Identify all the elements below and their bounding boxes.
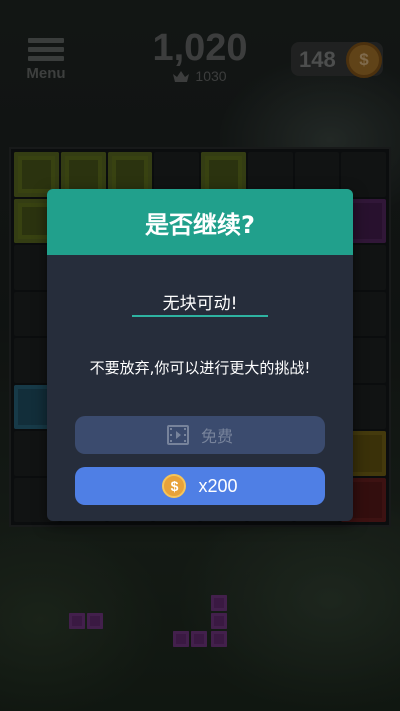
dialog-title: 是否继续?: [145, 210, 255, 239]
dialog-header: 是否继续?: [47, 189, 353, 255]
no-moves-text: 无块可动!: [162, 294, 238, 314]
coin-button-label: x200: [198, 475, 238, 496]
encouragement-text: 不要放弃,你可以进行更大的挑战!: [89, 359, 311, 377]
video-icon: [166, 425, 189, 445]
coin-icon: $: [162, 474, 187, 498]
coin-continue-button[interactable]: $ x200: [75, 467, 325, 505]
free-button-label: 免费: [200, 427, 233, 446]
continue-dialog: 是否继续? 无块可动! 不要放弃,你可以进行更大的挑战! 免费 $ x200: [47, 189, 353, 521]
status-underline: [132, 315, 268, 317]
free-continue-button[interactable]: 免费: [75, 416, 325, 454]
